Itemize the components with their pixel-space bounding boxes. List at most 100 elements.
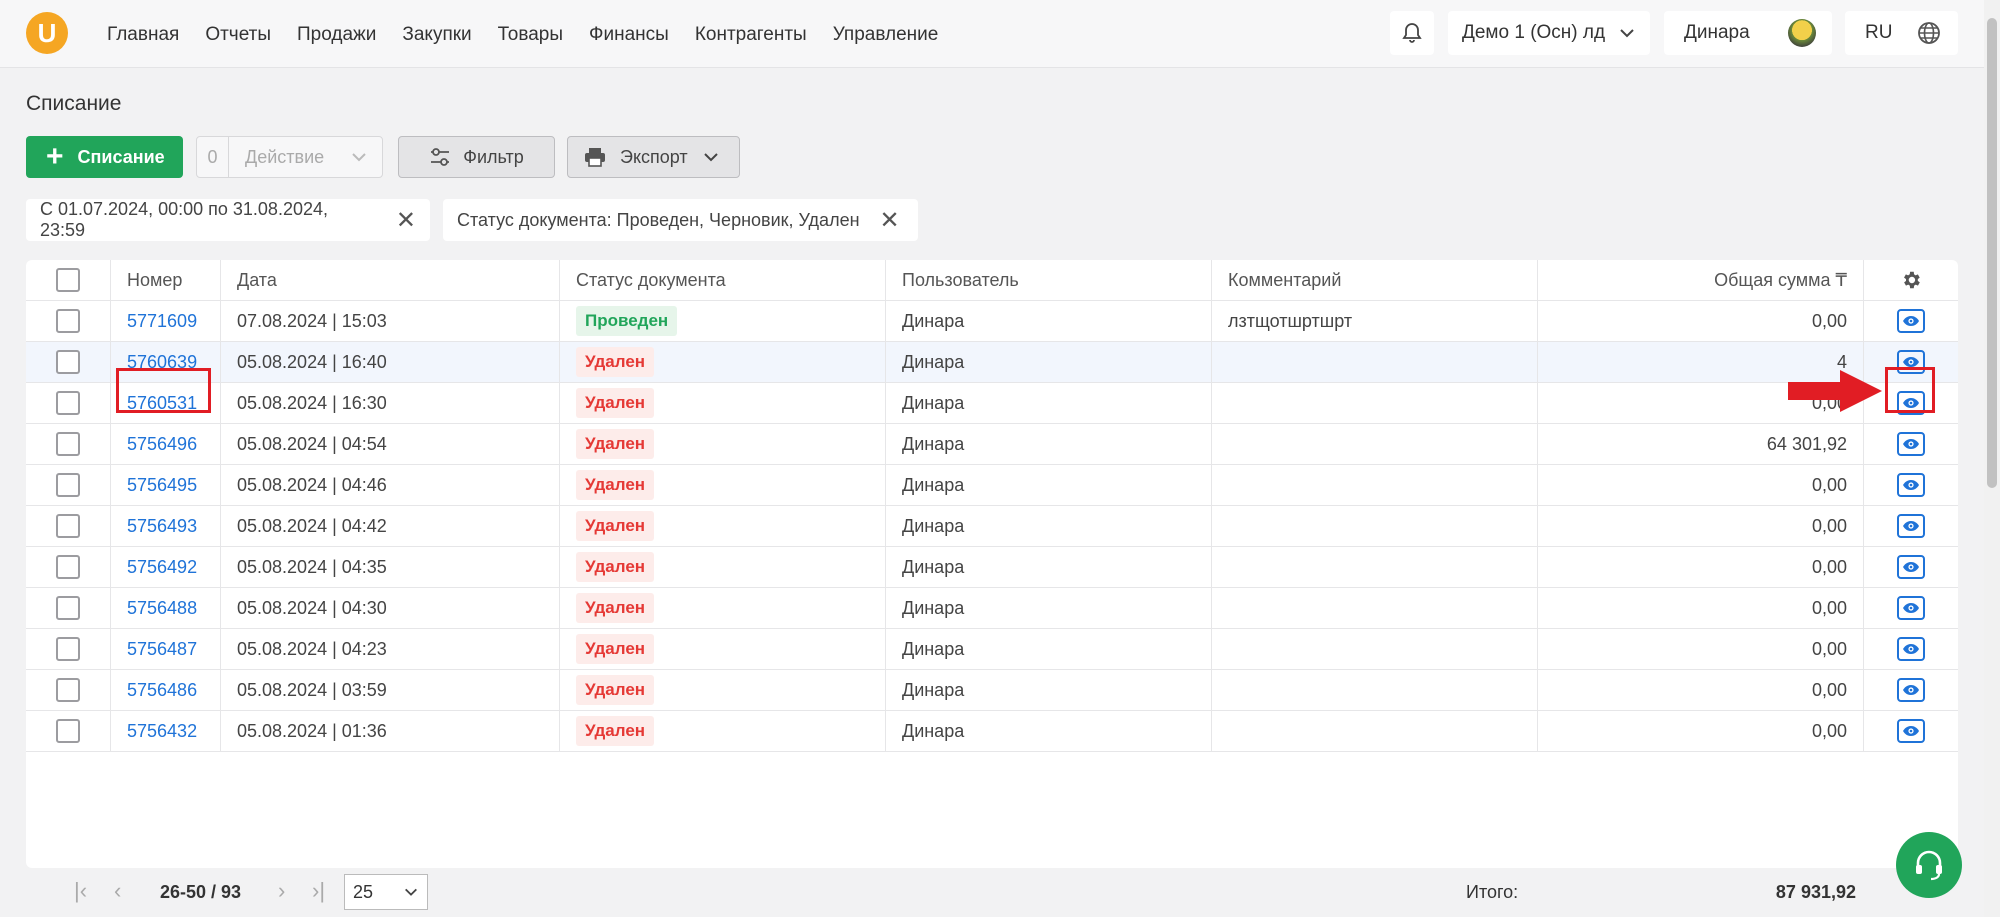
- document-number-link[interactable]: 5756493: [127, 516, 197, 537]
- document-number-link[interactable]: 5756496: [127, 434, 197, 455]
- row-checkbox[interactable]: [56, 637, 80, 661]
- view-button[interactable]: [1897, 514, 1925, 538]
- nav-item[interactable]: Отчеты: [205, 24, 271, 46]
- column-settings[interactable]: [1864, 260, 1958, 300]
- status-badge: Удален: [576, 716, 655, 746]
- row-checkbox[interactable]: [56, 555, 80, 579]
- select-all-checkbox[interactable]: [56, 268, 80, 292]
- selected-count: 0: [197, 137, 229, 177]
- close-icon[interactable]: ✕: [880, 206, 900, 235]
- table-row[interactable]: 5756495 05.08.2024 | 04:46 Удален Динара 0,0…: [26, 465, 1958, 506]
- nav-item[interactable]: Продажи: [297, 24, 376, 46]
- language-selector[interactable]: RU: [1845, 11, 1958, 55]
- add-button-label: Списание: [77, 146, 165, 167]
- document-number-link[interactable]: 5756495: [127, 475, 197, 496]
- table-row[interactable]: 5756432 05.08.2024 | 01:36 Удален Динара 0,0…: [26, 711, 1958, 752]
- nav-item[interactable]: Финансы: [589, 24, 669, 46]
- prev-page-icon[interactable]: ‹: [114, 878, 121, 904]
- sum-cell: 0,00: [1538, 465, 1864, 505]
- status-cell: Удален: [560, 670, 886, 710]
- row-checkbox[interactable]: [56, 596, 80, 620]
- table-row[interactable]: 5760531 05.08.2024 | 16:30 Удален Динара 0,0…: [26, 383, 1958, 424]
- number-cell: 5756493: [111, 506, 221, 546]
- view-button[interactable]: [1897, 596, 1925, 620]
- table-row[interactable]: 5756492 05.08.2024 | 04:35 Удален Динара 0,0…: [26, 547, 1958, 588]
- eye-icon: [1903, 644, 1919, 654]
- date-cell: 05.08.2024 | 04:46: [221, 465, 560, 505]
- bell-icon: [1402, 23, 1422, 43]
- row-checkbox[interactable]: [56, 719, 80, 743]
- document-number-link[interactable]: 5771609: [127, 311, 197, 332]
- status-cell: Удален: [560, 547, 886, 587]
- document-number-link[interactable]: 5756488: [127, 598, 197, 619]
- view-button[interactable]: [1897, 309, 1925, 333]
- status-cell: Удален: [560, 506, 886, 546]
- row-checkbox[interactable]: [56, 391, 80, 415]
- table-row[interactable]: 5756487 05.08.2024 | 04:23 Удален Динара 0,0…: [26, 629, 1958, 670]
- row-select-cell: [26, 424, 111, 464]
- app-logo[interactable]: U: [26, 12, 68, 54]
- chevron-down-icon: [1620, 29, 1634, 38]
- next-page-icon[interactable]: ›: [278, 878, 285, 904]
- nav-item[interactable]: Товары: [498, 24, 563, 46]
- top-navigation-bar: U Главная Отчеты Продажи Закупки Товары Финан…: [0, 0, 1984, 68]
- column-header-date[interactable]: Дата: [221, 260, 560, 300]
- close-icon[interactable]: ✕: [396, 206, 416, 235]
- view-button[interactable]: [1897, 555, 1925, 579]
- row-checkbox[interactable]: [56, 350, 80, 374]
- row-checkbox[interactable]: [56, 309, 80, 333]
- row-checkbox[interactable]: [56, 514, 80, 538]
- table-row[interactable]: 5756493 05.08.2024 | 04:42 Удален Динара 0,0…: [26, 506, 1958, 547]
- view-button[interactable]: [1897, 637, 1925, 661]
- row-checkbox[interactable]: [56, 473, 80, 497]
- company-selector[interactable]: Демо 1 (Осн) лд: [1448, 11, 1650, 55]
- document-number-link[interactable]: 5756432: [127, 721, 197, 742]
- actions-cell: [1864, 424, 1958, 464]
- nav-item[interactable]: Закупки: [402, 24, 471, 46]
- status-badge: Удален: [576, 388, 655, 418]
- export-dropdown[interactable]: Экспорт: [567, 136, 740, 178]
- filter-button[interactable]: Фильтр: [398, 136, 555, 178]
- table-row[interactable]: 5756488 05.08.2024 | 04:30 Удален Динара 0,0…: [26, 588, 1958, 629]
- view-button[interactable]: [1897, 719, 1925, 743]
- row-checkbox[interactable]: [56, 432, 80, 456]
- document-number-link[interactable]: 5756492: [127, 557, 197, 578]
- number-cell: 5756495: [111, 465, 221, 505]
- column-header-comment[interactable]: Комментарий: [1212, 260, 1538, 300]
- user-menu[interactable]: Динара: [1664, 11, 1832, 55]
- view-button[interactable]: [1897, 678, 1925, 702]
- nav-item[interactable]: Управление: [833, 24, 939, 46]
- comment-cell: [1212, 588, 1538, 628]
- first-page-icon[interactable]: |‹: [74, 878, 87, 904]
- page-size-select[interactable]: 25: [344, 874, 428, 910]
- document-number-link[interactable]: 5756486: [127, 680, 197, 701]
- status-badge: Удален: [576, 593, 655, 623]
- total-label: Итого:: [1466, 882, 1519, 902]
- support-chat-button[interactable]: [1896, 832, 1962, 898]
- notifications-button[interactable]: [1390, 11, 1434, 55]
- table-row[interactable]: 5756486 05.08.2024 | 03:59 Удален Динара 0,0…: [26, 670, 1958, 711]
- eye-icon: [1903, 603, 1919, 613]
- action-dropdown[interactable]: 0 Действие: [196, 136, 383, 178]
- column-header-status[interactable]: Статус документа: [560, 260, 886, 300]
- add-writeoff-button[interactable]: + Списание: [26, 136, 183, 178]
- action-label: Действие: [245, 146, 325, 167]
- view-button[interactable]: [1897, 473, 1925, 497]
- status-badge: Проведен: [576, 306, 678, 336]
- view-button[interactable]: [1897, 432, 1925, 456]
- document-number-link[interactable]: 5756487: [127, 639, 197, 660]
- column-header-user[interactable]: Пользователь: [886, 260, 1212, 300]
- table-row[interactable]: 5756496 05.08.2024 | 04:54 Удален Динара 64 …: [26, 424, 1958, 465]
- table-row[interactable]: 5760639 05.08.2024 | 16:40 Удален Динара 4: [26, 342, 1958, 383]
- actions-cell: [1864, 301, 1958, 341]
- row-checkbox[interactable]: [56, 678, 80, 702]
- column-header-sum[interactable]: Общая сумма ₸: [1538, 260, 1864, 300]
- vertical-scrollbar[interactable]: [1984, 0, 2000, 917]
- nav-item[interactable]: Главная: [107, 24, 179, 46]
- column-header-number[interactable]: Номер: [111, 260, 221, 300]
- scrollbar-thumb[interactable]: [1987, 18, 1997, 488]
- user-cell: Динара: [886, 506, 1212, 546]
- last-page-icon[interactable]: ›|: [312, 878, 325, 904]
- nav-item[interactable]: Контрагенты: [695, 24, 807, 46]
- table-row[interactable]: 5771609 07.08.2024 | 15:03 Проведен Динара л…: [26, 301, 1958, 342]
